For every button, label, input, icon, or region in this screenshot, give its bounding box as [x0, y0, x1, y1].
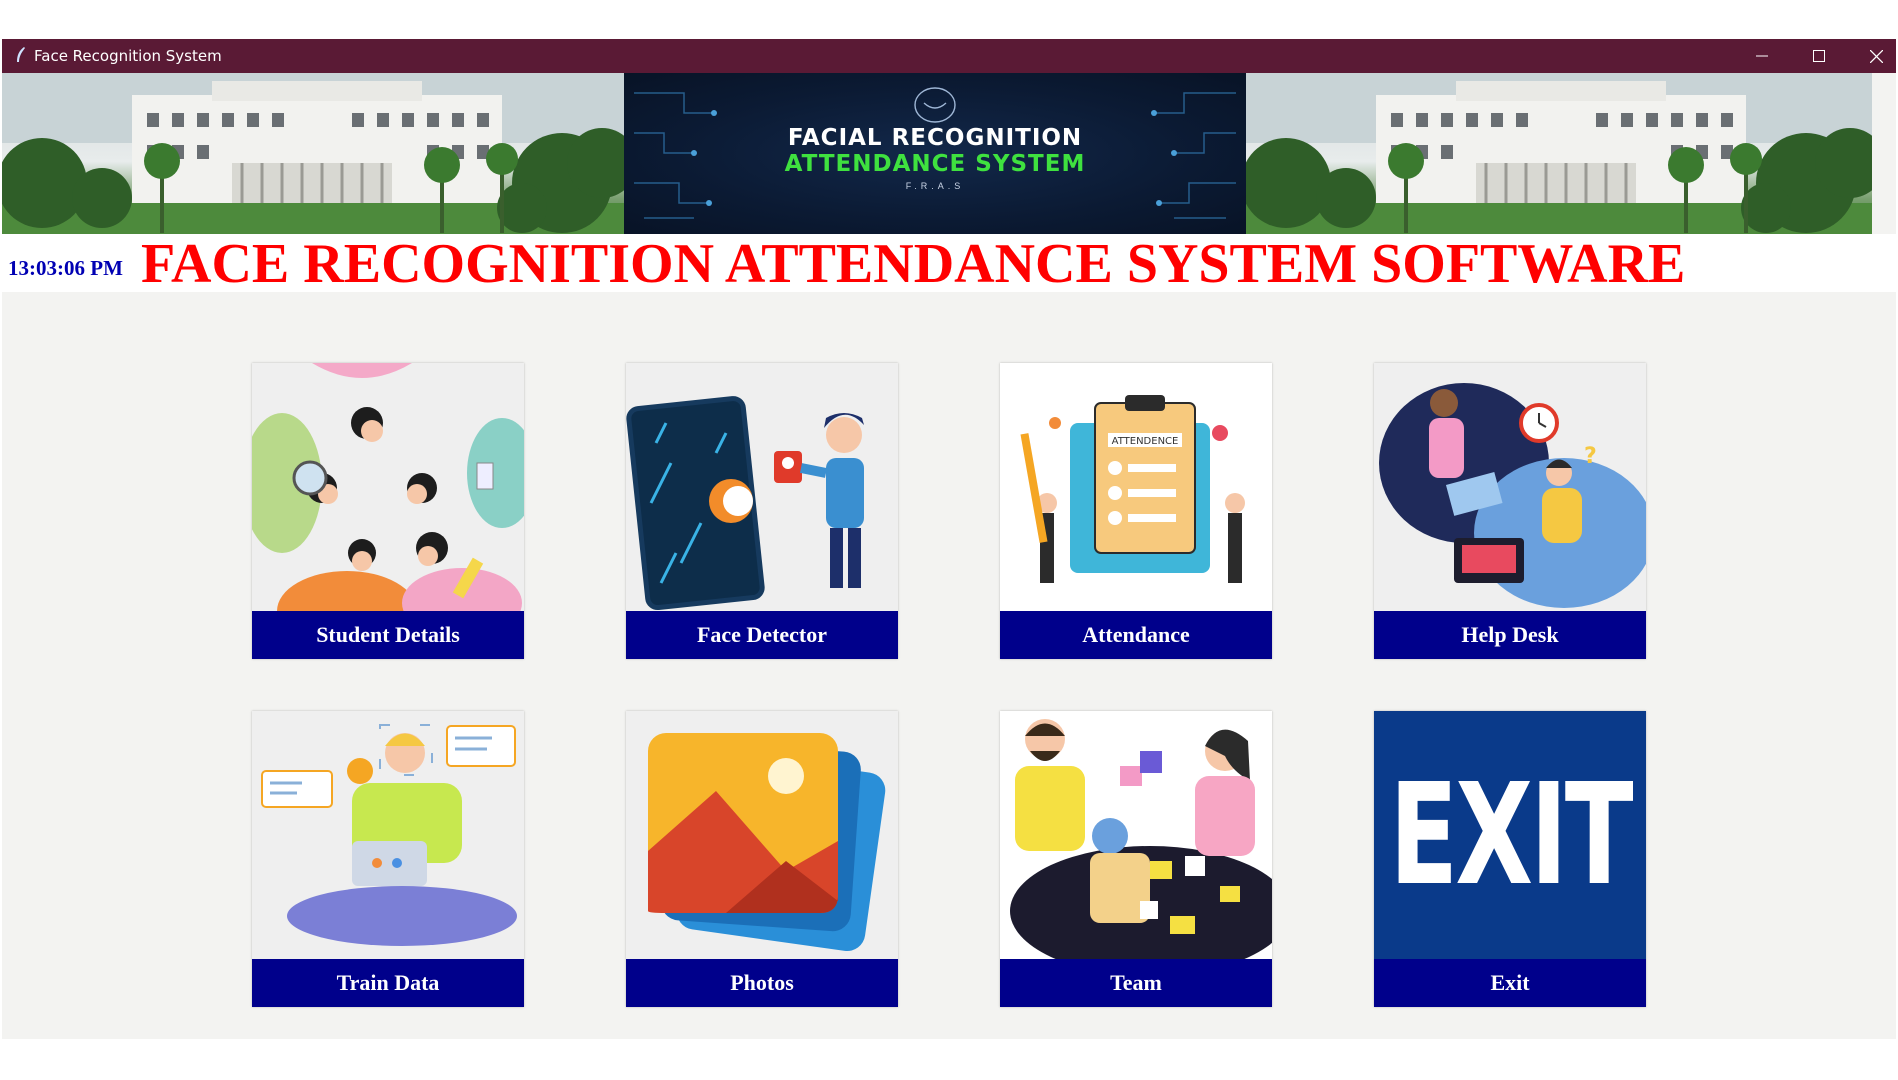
svg-text:?: ? [1584, 444, 1597, 469]
maximize-icon [1813, 50, 1825, 62]
help-desk-illustration: ? [1374, 363, 1646, 611]
photos-label: Photos [626, 959, 898, 1007]
banner-line-3: F.R.A.S [905, 181, 965, 191]
attendance-button[interactable]: ATTENDENCE Attendance [1000, 363, 1272, 659]
banner-line-1: FACIAL RECOGNITION [787, 125, 1083, 151]
help-desk-label: Help Desk [1374, 611, 1646, 659]
window-title: Face Recognition System [34, 47, 222, 65]
face-detector-button[interactable]: Face Detector [626, 363, 898, 659]
exit-sign-text: EXIT [1389, 753, 1633, 917]
attendance-label: Attendance [1000, 611, 1272, 659]
train-data-button[interactable]: Train Data [252, 711, 524, 1007]
clock: 13:03:06 PM [8, 256, 123, 280]
train-data-illustration [252, 711, 524, 959]
photos-illustration [626, 711, 898, 959]
train-data-label: Train Data [252, 959, 524, 1007]
student-details-label: Student Details [252, 611, 524, 659]
exit-label: Exit [1374, 959, 1646, 1007]
maximize-button[interactable] [1791, 39, 1847, 73]
photos-button[interactable]: Photos [626, 711, 898, 1007]
student-details-button[interactable]: Student Details [252, 363, 524, 659]
banner-line-2: ATTENDANCE SYSTEM [784, 151, 1086, 177]
banner-logo: FACIAL RECOGNITION ATTENDANCE SYSTEM F.R… [624, 73, 1246, 234]
attendance-clipboard-illustration: ATTENDENCE [1000, 363, 1272, 611]
face-scan-icon [914, 87, 956, 123]
banner: FACIAL RECOGNITION ATTENDANCE SYSTEM F.R… [2, 73, 1872, 234]
close-button[interactable] [1848, 39, 1896, 73]
feather-icon [17, 47, 25, 62]
help-desk-button[interactable]: ? Help Desk [1374, 363, 1646, 659]
exit-sign: EXIT [1374, 711, 1646, 959]
svg-text:ATTENDENCE: ATTENDENCE [1112, 436, 1179, 447]
campus-building-image-right [1246, 73, 1872, 234]
page-title: FACE RECOGNITION ATTENDANCE SYSTEM SOFTW… [141, 233, 1686, 295]
minimize-button[interactable] [1734, 39, 1790, 73]
exit-button[interactable]: EXIT Exit [1374, 711, 1646, 1007]
campus-building-image-left [2, 73, 624, 234]
minimize-icon [1756, 55, 1768, 57]
students-illustration [252, 363, 524, 611]
team-button[interactable]: Team [1000, 711, 1272, 1007]
face-detector-label: Face Detector [626, 611, 898, 659]
face-scan-illustration [626, 363, 898, 611]
app-window: Face Recognition System FACIAL RECOGNITI… [2, 39, 1896, 1039]
title-bar: Face Recognition System [2, 39, 1896, 73]
team-puzzle-illustration [1000, 711, 1272, 959]
close-icon [1869, 49, 1883, 63]
header: 13:03:06 PM FACE RECOGNITION ATTENDANCE … [2, 233, 1896, 295]
team-label: Team [1000, 959, 1272, 1007]
